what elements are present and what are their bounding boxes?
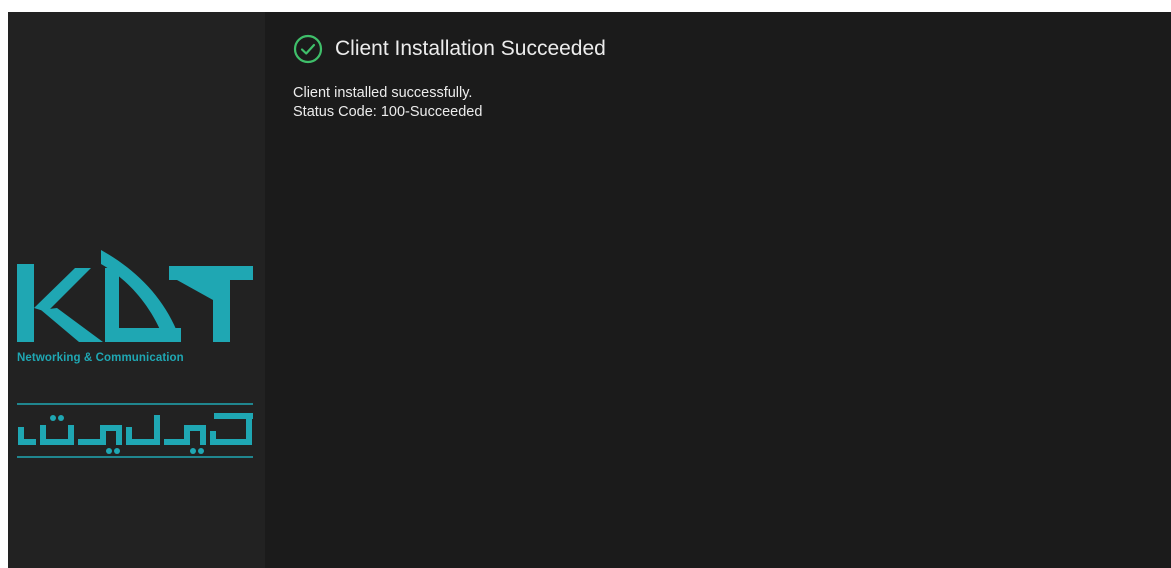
message-line: Client installed successfully. [293, 85, 473, 101]
main-content: Client Installation Succeeded Client ins… [265, 12, 1171, 568]
logo-persian-wordmark [17, 403, 253, 458]
kdt-logo: Networking & Communication [17, 250, 253, 462]
sidebar: Networking & Communication [8, 12, 265, 568]
check-circle-icon [293, 34, 323, 64]
status-code-line: Status Code: 100-Succeeded [293, 104, 483, 120]
installer-window: Networking & Communication Client Instal… [8, 12, 1171, 568]
status-header: Client Installation Succeeded [293, 34, 1171, 64]
page-title: Client Installation Succeeded [335, 37, 606, 60]
kdt-logo-mark [17, 250, 253, 342]
logo-tagline: Networking & Communication [17, 352, 184, 364]
status-message: Client installed successfully. Status Co… [293, 84, 1171, 122]
